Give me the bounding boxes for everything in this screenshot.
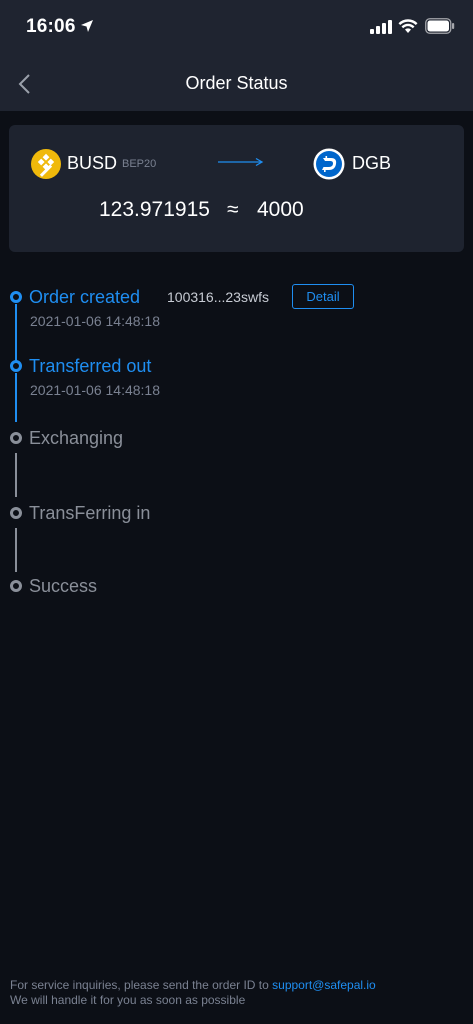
location-arrow-icon	[81, 20, 93, 32]
step-pending-indicator-icon	[10, 580, 22, 592]
to-coin-symbol: DGB	[352, 153, 392, 173]
cellular-signal-icon	[370, 20, 392, 34]
to-amount: 4000	[257, 198, 304, 221]
timeline-connector	[15, 453, 17, 497]
timeline-connector	[15, 373, 17, 422]
arrow-right-icon	[218, 157, 264, 167]
order-id: 100316...23swfs	[167, 289, 269, 305]
step-label: Exchanging	[29, 428, 124, 448]
status-time: 16:06	[26, 16, 76, 37]
step-timestamp: 2021-01-06 14:48:18	[30, 382, 160, 398]
busd-coin-icon	[31, 149, 61, 179]
step-pending-indicator-icon	[10, 432, 22, 444]
footer-line-2: We will handle it for you as soon as pos…	[10, 993, 246, 1007]
step-label: TransFerring in	[29, 503, 151, 523]
swap-summary-card: BUSD BEP20 DGB 123.971915 ≈ 4000	[9, 125, 464, 252]
timeline-connector	[15, 304, 17, 362]
footer-text: For service inquiries, please send the o…	[10, 978, 269, 992]
step-active-indicator-icon	[10, 291, 22, 303]
battery-icon	[425, 18, 455, 34]
footer-line-1: For service inquiries, please send the o…	[10, 978, 376, 993]
dgb-coin-icon	[313, 148, 345, 180]
step-label: Success	[29, 576, 98, 596]
status-bar: 16:06	[0, 0, 473, 56]
step-active-indicator-icon	[10, 360, 22, 372]
navigation-bar: Order Status	[0, 56, 473, 111]
approx-sign: ≈	[227, 198, 239, 221]
step-label: Transferred out	[29, 356, 152, 376]
step-timestamp: 2021-01-06 14:48:18	[30, 313, 160, 329]
support-email-link[interactable]: support@safepal.io	[272, 978, 376, 992]
detail-button[interactable]: Detail	[292, 284, 354, 309]
from-coin-symbol: BUSD	[67, 153, 118, 173]
support-footer: For service inquiries, please send the o…	[10, 978, 376, 1008]
step-label: Order created	[29, 287, 141, 307]
from-coin-network: BEP20	[122, 158, 157, 170]
timeline-connector	[15, 528, 17, 572]
step-pending-indicator-icon	[10, 507, 22, 519]
page-title: Order Status	[185, 73, 288, 93]
from-amount: 123.971915	[99, 198, 210, 221]
wifi-icon	[398, 19, 418, 33]
